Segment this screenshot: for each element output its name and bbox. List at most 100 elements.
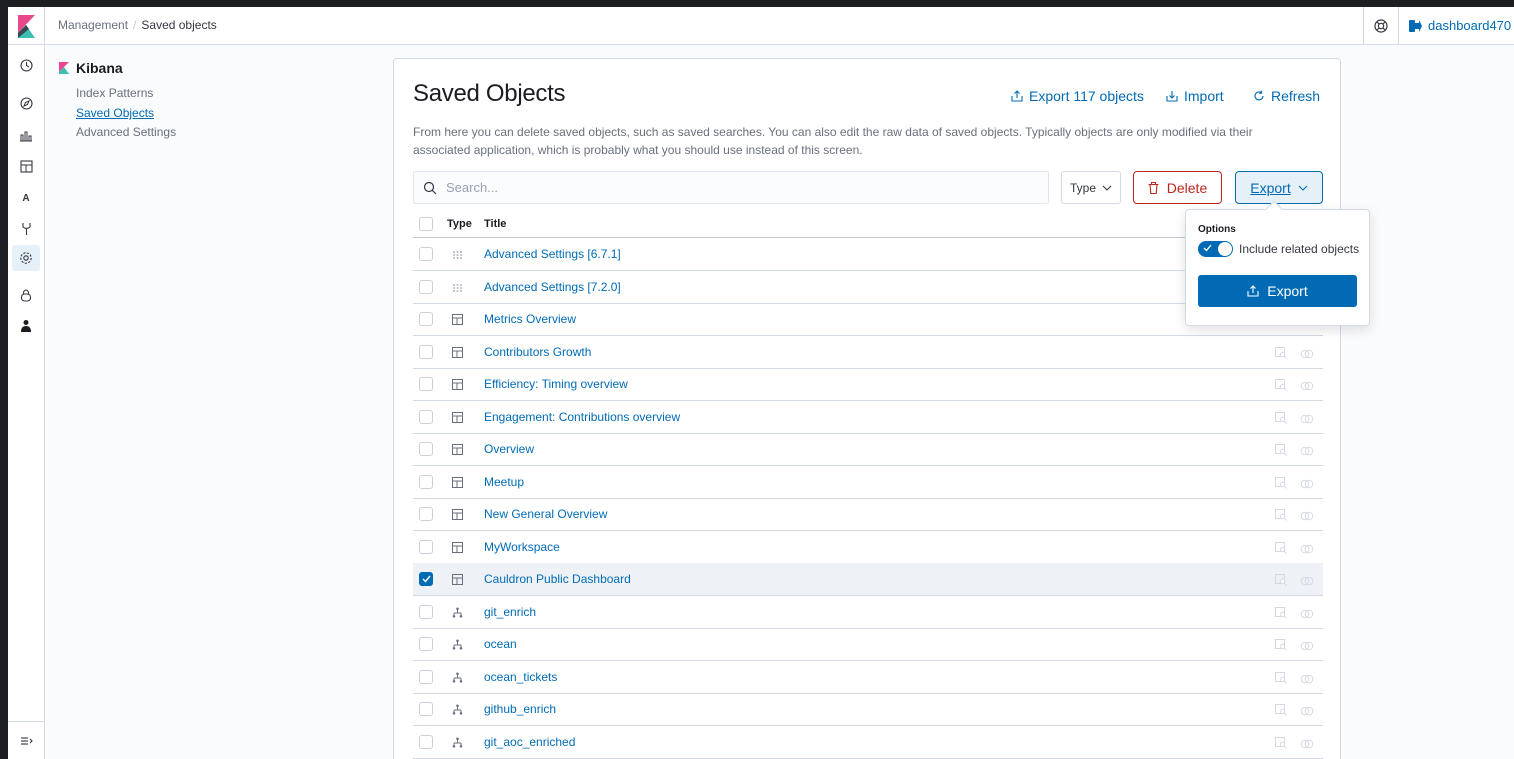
relationships-icon[interactable] [1300, 573, 1314, 591]
row-title-link[interactable]: Meetup [484, 475, 524, 489]
row-title-link[interactable]: Advanced Settings [6.7.1] [484, 247, 621, 261]
row-title-link[interactable]: MyWorkspace [484, 540, 560, 554]
row-checkbox[interactable] [419, 247, 433, 261]
row-checkbox[interactable] [419, 344, 433, 359]
dashboard-icon [451, 443, 464, 456]
index-pattern-icon [451, 638, 464, 651]
row-title-link[interactable]: github_enrich [484, 702, 556, 716]
type-filter-button[interactable]: Type [1061, 171, 1121, 204]
chevron-down-icon [1298, 185, 1308, 191]
relationships-icon[interactable] [1300, 703, 1314, 721]
relationships-icon[interactable] [1300, 541, 1314, 559]
help-menu-button[interactable] [1363, 7, 1399, 45]
row-title-link[interactable]: Cauldron Public Dashboard [484, 572, 631, 586]
breadcrumb-management[interactable]: Management [58, 18, 128, 32]
export-selected-label: Export [1250, 179, 1291, 196]
kibana-logo[interactable] [8, 7, 45, 45]
row-checkbox[interactable] [419, 312, 433, 326]
row-title-link[interactable]: Advanced Settings [7.2.0] [484, 280, 621, 294]
search-field[interactable]: Search... [413, 171, 1049, 204]
inspect-icon[interactable] [1275, 703, 1287, 721]
export-all-button[interactable]: Export 117 objects [1011, 88, 1144, 104]
row-title-link[interactable]: Efficiency: Timing overview [484, 377, 628, 391]
import-button[interactable]: Import [1166, 88, 1224, 104]
relationships-icon[interactable] [1300, 606, 1314, 624]
nav-dashboard[interactable] [17, 157, 35, 175]
row-checkbox[interactable] [419, 474, 433, 489]
row-checkbox[interactable] [419, 377, 433, 391]
include-related-toggle[interactable] [1198, 241, 1233, 257]
index-pattern-icon [451, 736, 464, 749]
export-selected-button[interactable]: Export [1235, 171, 1323, 204]
inspect-icon[interactable] [1275, 411, 1287, 429]
relationships-icon[interactable] [1300, 443, 1314, 461]
relationships-icon[interactable] [1300, 736, 1314, 754]
column-header-title[interactable]: Title [484, 218, 506, 230]
nav-dock-toggle[interactable] [8, 721, 44, 759]
refresh-icon [1254, 90, 1264, 101]
sidebar-item-index-patterns[interactable]: Index Patterns [76, 86, 153, 100]
relationships-icon[interactable] [1300, 508, 1314, 526]
nav-management[interactable] [12, 245, 40, 271]
row-title-link[interactable]: ocean_tickets [484, 670, 557, 684]
row-checkbox[interactable] [419, 572, 433, 586]
inspect-icon[interactable] [1275, 508, 1287, 526]
index-pattern-icon [451, 703, 464, 716]
nav-canvas-icon[interactable]: A [17, 189, 35, 207]
row-checkbox[interactable] [419, 409, 433, 424]
row-title-link[interactable]: Overview [484, 442, 534, 456]
inspect-icon[interactable] [1275, 443, 1287, 461]
relationships-icon[interactable] [1300, 411, 1314, 429]
row-title-link[interactable]: git_aoc_enriched [484, 735, 575, 749]
table-row: Meetup [413, 466, 1323, 499]
inspect-icon[interactable] [1275, 573, 1287, 591]
row-checkbox[interactable] [419, 702, 433, 716]
table-row: ocean_tickets [413, 661, 1323, 694]
inspect-icon[interactable] [1275, 606, 1287, 624]
include-related-label: Include related objects [1239, 242, 1360, 256]
nav-devtools[interactable] [17, 220, 35, 238]
row-checkbox[interactable] [419, 604, 433, 619]
inspect-icon[interactable] [1275, 378, 1287, 396]
row-title-link[interactable]: Metrics Overview [484, 312, 576, 326]
relationships-icon[interactable] [1300, 638, 1314, 656]
export-confirm-button[interactable]: Export [1198, 275, 1357, 307]
row-checkbox[interactable] [419, 442, 433, 456]
row-checkbox[interactable] [419, 669, 433, 684]
nav-security[interactable] [17, 286, 35, 304]
inspect-icon[interactable] [1275, 736, 1287, 754]
refresh-button[interactable]: Refresh [1253, 88, 1320, 104]
user-logout-link[interactable]: dashboard470 [1409, 18, 1511, 33]
column-header-type[interactable]: Type [447, 218, 472, 230]
select-all-checkbox[interactable] [419, 217, 433, 231]
nav-visualize[interactable] [17, 126, 35, 144]
nav-discover[interactable] [17, 94, 35, 112]
row-checkbox[interactable] [419, 637, 433, 651]
relationships-icon[interactable] [1300, 378, 1314, 396]
row-checkbox[interactable] [419, 279, 433, 294]
relationships-icon[interactable] [1300, 476, 1314, 494]
row-checkbox[interactable] [419, 539, 433, 554]
nav-recent[interactable] [17, 56, 35, 74]
inspect-icon[interactable] [1275, 476, 1287, 494]
inspect-icon[interactable] [1275, 346, 1287, 364]
row-title-link[interactable]: Engagement: Contributions overview [484, 410, 680, 424]
refresh-label: Refresh [1271, 88, 1321, 104]
inspect-icon[interactable] [1275, 671, 1287, 689]
nav-user[interactable] [17, 317, 35, 335]
row-title-link[interactable]: git_enrich [484, 605, 536, 619]
row-checkbox[interactable] [419, 507, 433, 521]
row-checkbox[interactable] [419, 734, 433, 749]
search-icon [423, 181, 437, 194]
sidebar-item-saved-objects[interactable]: Saved Objects [76, 106, 154, 120]
row-title-link[interactable]: New General Overview [484, 507, 607, 521]
sidebar-item-advanced-settings[interactable]: Advanced Settings [76, 125, 176, 139]
row-title-link[interactable]: Contributors Growth [484, 345, 591, 359]
inspect-icon[interactable] [1275, 541, 1287, 559]
delete-button[interactable]: Delete [1133, 171, 1222, 204]
relationships-icon[interactable] [1300, 671, 1314, 689]
inspect-icon[interactable] [1275, 638, 1287, 656]
relationships-icon[interactable] [1300, 346, 1314, 364]
row-title-link[interactable]: ocean [484, 637, 517, 651]
type-filter-label: Type [1069, 180, 1096, 195]
